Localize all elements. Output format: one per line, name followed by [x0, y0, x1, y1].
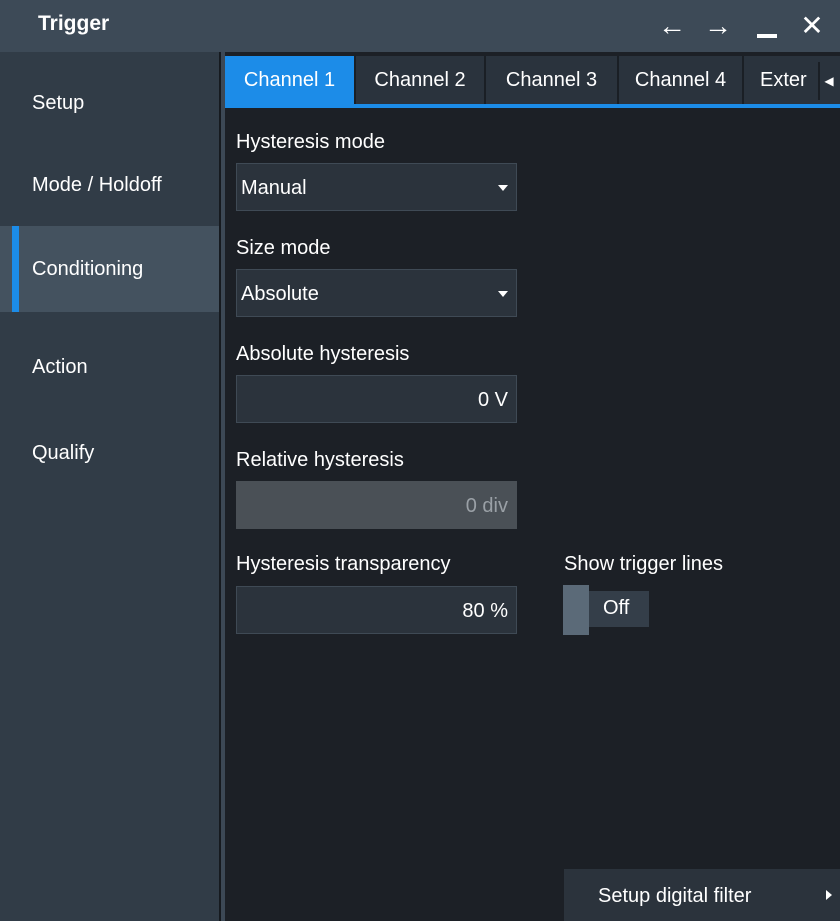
- hysteresis-transparency-value: 80 %: [462, 600, 508, 622]
- tab-channel-1[interactable]: Channel 1: [225, 56, 356, 104]
- minimize-icon[interactable]: [748, 6, 784, 46]
- sidebar-item-label: Mode / Holdoff: [32, 174, 162, 196]
- absolute-hysteresis-label: Absolute hysteresis: [236, 343, 410, 365]
- setup-digital-filter-label: Setup digital filter: [598, 885, 752, 907]
- tab-scroll-left-icon[interactable]: ◀: [818, 62, 838, 100]
- chevron-down-icon: [498, 185, 508, 191]
- title-bar: Trigger ← → ✕: [0, 0, 840, 52]
- close-icon[interactable]: ✕: [794, 6, 830, 46]
- relative-hysteresis-input: 0 div: [236, 481, 517, 529]
- hysteresis-mode-value: Manual: [241, 177, 307, 199]
- setup-digital-filter-button[interactable]: Setup digital filter: [564, 869, 840, 921]
- chevron-right-icon: [826, 890, 832, 900]
- hysteresis-transparency-label: Hysteresis transparency: [236, 553, 451, 575]
- show-trigger-lines-toggle[interactable]: Off: [563, 585, 649, 635]
- forward-arrow-icon[interactable]: →: [700, 6, 736, 46]
- show-trigger-lines-label: Show trigger lines: [564, 553, 723, 575]
- absolute-hysteresis-input[interactable]: 0 V: [236, 375, 517, 423]
- tab-channel-2[interactable]: Channel 2: [356, 56, 486, 104]
- minimize-bar: [757, 34, 777, 38]
- sidebar-item-mode-holdoff[interactable]: Mode / Holdoff: [0, 140, 219, 226]
- sidebar-item-setup[interactable]: Setup: [0, 58, 219, 144]
- dialog-title: Trigger: [38, 12, 110, 35]
- relative-hysteresis-value: 0 div: [465, 495, 508, 517]
- toggle-track: Off: [589, 591, 649, 627]
- size-mode-value: Absolute: [241, 283, 319, 305]
- hysteresis-mode-label: Hysteresis mode: [236, 131, 385, 153]
- channel-tabs: Channel 1 Channel 2 Channel 3 Channel 4 …: [225, 56, 840, 108]
- size-mode-label: Size mode: [236, 237, 331, 259]
- sidebar-item-conditioning[interactable]: Conditioning: [0, 226, 219, 312]
- sidebar-item-label: Conditioning: [32, 258, 144, 280]
- sidebar-item-label: Qualify: [32, 442, 95, 464]
- toggle-knob: [563, 585, 589, 635]
- size-mode-dropdown[interactable]: Absolute: [236, 269, 517, 317]
- sidebar-item-label: Setup: [32, 92, 85, 114]
- sidebar-item-qualify[interactable]: Qualify: [0, 408, 219, 494]
- active-indicator: [12, 226, 19, 312]
- sidebar-item-action[interactable]: Action: [0, 322, 219, 408]
- relative-hysteresis-label: Relative hysteresis: [236, 449, 404, 471]
- sidebar-divider: [219, 52, 225, 921]
- back-arrow-icon[interactable]: ←: [654, 6, 690, 46]
- sidebar: Setup Mode / Holdoff Conditioning Action…: [0, 52, 219, 921]
- chevron-down-icon: [498, 291, 508, 297]
- toggle-state-label: Off: [603, 597, 630, 619]
- hysteresis-mode-dropdown[interactable]: Manual: [236, 163, 517, 211]
- hysteresis-transparency-input[interactable]: 80 %: [236, 586, 517, 634]
- trigger-dialog: Trigger ← → ✕ Setup Mode / Holdoff Condi…: [0, 0, 840, 921]
- tab-channel-4[interactable]: Channel 4: [619, 56, 744, 104]
- absolute-hysteresis-value: 0 V: [477, 389, 508, 411]
- sidebar-item-label: Action: [32, 356, 88, 378]
- tab-channel-3[interactable]: Channel 3: [486, 56, 619, 104]
- tab-underline: [225, 104, 840, 108]
